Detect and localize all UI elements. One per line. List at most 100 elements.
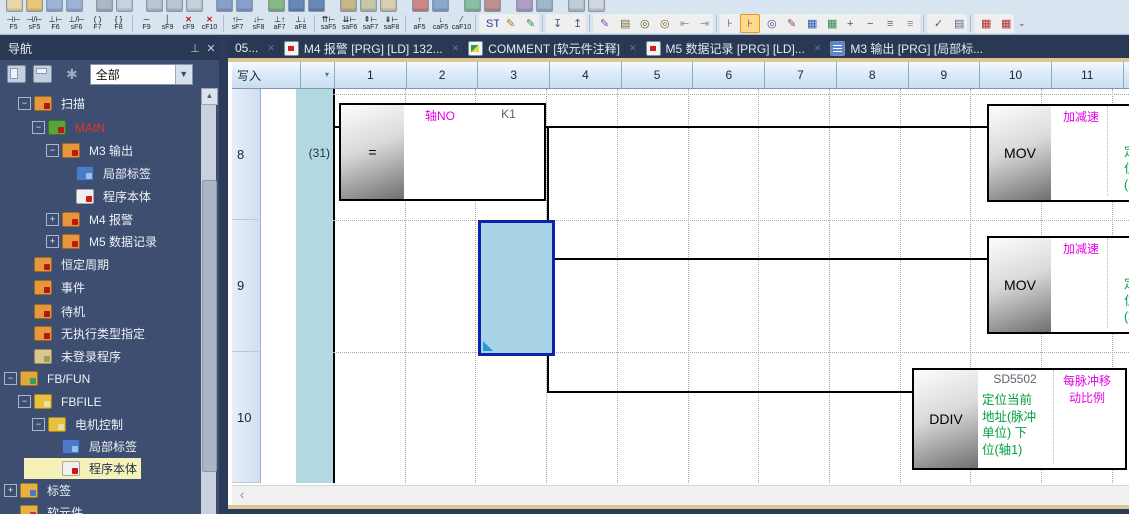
pulse-negate-branch-button[interactable]: ⇞⊢saF7 <box>360 14 381 33</box>
instruction-cell[interactable]: MOV <box>989 106 1051 200</box>
ddiv-instruction-block[interactable]: DDIV SD5502 定位当前 地址(脉冲 单位) 下 位(轴1) 每脉冲移 … <box>912 368 1127 470</box>
delete-row-icon[interactable]: ↥ <box>566 14 586 33</box>
tree-item-电机控制[interactable]: −电机控制 <box>0 414 127 435</box>
expand-collapse-icon[interactable] <box>33 65 52 83</box>
build-icon[interactable] <box>288 0 305 12</box>
vertical-line-button[interactable]: │sF9 <box>157 14 178 33</box>
edit-comment-icon[interactable]: ✎ <box>499 14 519 33</box>
tree-item-待机[interactable]: −待机 <box>0 301 89 322</box>
rising-pulse-button[interactable]: ↑⊢sF7 <box>227 14 248 33</box>
pulse-negate-button[interactable]: ⇈⊢saF5 <box>318 14 339 33</box>
note-icon[interactable] <box>380 0 397 12</box>
tree-item-MAIN[interactable]: −MAIN <box>0 117 109 138</box>
settings-gear-icon[interactable]: ✱ <box>66 66 78 83</box>
open-project-icon[interactable] <box>26 0 43 12</box>
undo-icon[interactable] <box>216 0 233 12</box>
read-mode-icon[interactable]: ▤ <box>613 14 633 33</box>
save-project-icon[interactable] <box>46 0 63 12</box>
instruction-search-icon[interactable]: ◎ <box>653 14 673 33</box>
device-memory-write-icon[interactable]: ▦ <box>820 14 840 33</box>
instruction-cell[interactable]: DDIV <box>914 370 978 468</box>
tree-item-程序本体[interactable]: −程序本体 <box>0 458 141 479</box>
tab-close-icon[interactable]: ✕ <box>450 43 462 54</box>
tree-item-M5 数据记录[interactable]: +M5 数据记录 <box>0 231 161 252</box>
collapse-icon[interactable]: − <box>18 395 31 408</box>
tree-item-扫描[interactable]: −扫描 <box>0 93 89 114</box>
document-tab[interactable]: M5 数据记录 [PRG] [LD]... <box>639 36 812 60</box>
chevron-down-icon[interactable]: ▾ <box>325 70 329 79</box>
pulse-negate-close-button[interactable]: ⇊⊢saF6 <box>339 14 360 33</box>
delete-vertical-line-button[interactable]: ✕cF10 <box>199 14 220 33</box>
statement-icon[interactable] <box>360 0 377 12</box>
new-project-icon[interactable] <box>6 0 23 12</box>
collapse-icon[interactable]: − <box>46 144 59 157</box>
online-check-icon[interactable] <box>516 0 533 12</box>
invert-result-button[interactable]: ⁄caF10 <box>451 14 472 33</box>
paste-icon[interactable] <box>186 0 203 12</box>
compare-instruction-block[interactable]: = 轴NO K1 <box>339 103 546 201</box>
document-tab[interactable]: M3 输出 [PRG] [局部标... <box>823 36 990 60</box>
falling-pulse-branch-button[interactable]: ⊥↓aF8 <box>290 14 311 33</box>
safety-program-2-icon[interactable]: ▦ <box>994 14 1014 33</box>
coil-button[interactable]: ( )F7 <box>87 14 108 33</box>
device-list-icon[interactable]: ◎ <box>760 14 780 33</box>
device-comment-icon[interactable] <box>340 0 357 12</box>
tree-item-未登录程序[interactable]: −未登录程序 <box>0 346 125 367</box>
mov-instruction-block[interactable]: MOV 加减速 定位 (轴 <box>987 104 1129 202</box>
device-memory-search-icon[interactable]: ▦ <box>800 14 820 33</box>
check-program-icon[interactable]: ✓ <box>927 14 947 33</box>
device-name[interactable]: SD5502 <box>980 372 1050 386</box>
save-all-icon[interactable] <box>66 0 83 12</box>
scrollbar-thumb[interactable] <box>202 180 217 472</box>
options-table-icon[interactable]: ▤ <box>947 14 967 33</box>
monitor-mode-icon[interactable] <box>464 0 481 12</box>
tree-item-事件[interactable]: −事件 <box>0 277 89 298</box>
monitor-write-icon[interactable] <box>484 0 501 12</box>
redo-icon[interactable] <box>236 0 253 12</box>
document-tab[interactable]: 05... <box>228 36 265 60</box>
program-check-icon[interactable] <box>268 0 285 12</box>
safety-program-1-icon[interactable]: ▦ <box>974 14 994 33</box>
falling-edge-button[interactable]: ↓caF5 <box>430 14 451 33</box>
write-to-plc-icon[interactable] <box>412 0 429 12</box>
tab-close-icon[interactable]: ✕ <box>265 43 277 54</box>
tree-item-M4 报警[interactable]: +M4 报警 <box>0 209 137 230</box>
comment-display-icon[interactable]: ≡ <box>880 14 900 33</box>
expand-icon[interactable]: + <box>4 484 17 497</box>
register-watch-icon[interactable]: ✎ <box>780 14 800 33</box>
selected-cell-cursor[interactable] <box>478 220 555 356</box>
rising-pulse-branch-button[interactable]: ⊥↑aF7 <box>269 14 290 33</box>
cut-icon[interactable] <box>146 0 163 12</box>
zoom-icon[interactable] <box>568 0 585 12</box>
cross-reference-window-icon[interactable]: ⊦ <box>740 14 760 33</box>
collapse-icon[interactable]: − <box>18 97 31 110</box>
zoom-level-icon[interactable] <box>588 0 605 12</box>
ladder-grid[interactable]: 8 9 10 (31) = 轴NO K1 <box>232 89 1129 483</box>
expand-icon[interactable]: + <box>46 213 59 226</box>
mov-instruction-block[interactable]: MOV 加减速 定位 (轴 <box>987 236 1129 334</box>
expand-icon[interactable]: + <box>46 235 59 248</box>
print-preview-icon[interactable] <box>116 0 133 12</box>
tree-item-标签[interactable]: +标签 <box>0 480 75 501</box>
scroll-left-icon[interactable]: ‹ <box>232 486 252 505</box>
tree-filter-dropdown[interactable]: 全部 ▼ <box>90 64 193 85</box>
tree-item-M3 输出[interactable]: −M3 输出 <box>0 140 137 161</box>
cross-reference-icon[interactable]: ⊦ <box>720 14 740 33</box>
collapse-icon[interactable]: − <box>4 372 17 385</box>
device-search-icon[interactable]: ◎ <box>633 14 653 33</box>
previous-step-icon[interactable]: ⇤ <box>673 14 693 33</box>
toolbar-overflow-icon[interactable]: ⌄ <box>1018 18 1026 29</box>
read-from-plc-icon[interactable] <box>432 0 449 12</box>
instruction-cell[interactable]: = <box>341 105 404 199</box>
open-contact-button[interactable]: ⊣⊢F5 <box>3 14 24 33</box>
tree-item-软元件[interactable]: −软元件 <box>0 502 87 514</box>
copy-icon[interactable] <box>166 0 183 12</box>
edit-mode-icon[interactable]: ✎ <box>593 14 613 33</box>
tree-item-程序本体[interactable]: −程序本体 <box>0 186 155 207</box>
step-column-header[interactable]: ▾ <box>301 62 335 89</box>
rising-edge-button[interactable]: ↑aF5 <box>409 14 430 33</box>
next-step-icon[interactable]: ⇥ <box>693 14 713 33</box>
pin-icon[interactable]: ⊥ <box>187 42 203 55</box>
application-instruction-button[interactable]: { }F8 <box>108 14 129 33</box>
edit-statement-icon[interactable]: ✎ <box>519 14 539 33</box>
